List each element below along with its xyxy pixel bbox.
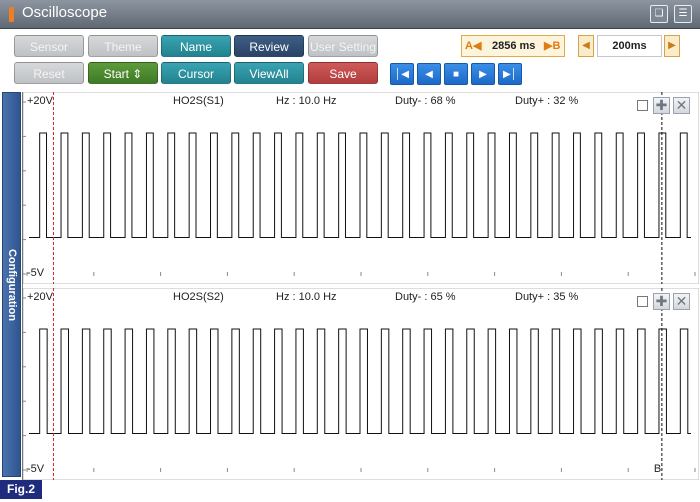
cursor-b-label: ▶B	[544, 40, 561, 52]
configuration-tab[interactable]: Configuration	[2, 92, 21, 477]
viewall-button[interactable]: ViewAll	[234, 62, 304, 84]
duty-plus-readout: Duty+ : 35 %	[515, 291, 579, 303]
plot-background	[23, 92, 699, 284]
oscilloscope-display: +20V -5V HO2S(S1) Hz : 10.0 Hz Duty- : 68 % D…	[22, 92, 700, 480]
reset-button[interactable]: Reset	[14, 62, 84, 84]
duty-minus-readout: Duty- : 68 %	[395, 95, 456, 107]
cursor-b-marker-label: B	[654, 463, 661, 475]
y-max-label: +20V	[27, 95, 54, 107]
y-max-label: +20V	[27, 291, 54, 303]
theme-button[interactable]: Theme	[88, 35, 158, 57]
timebase-decrease-button[interactable]: ◀	[578, 35, 594, 57]
step-forward-icon[interactable]: ▶	[471, 63, 495, 85]
cursor-time-value: 2856 ms	[492, 40, 536, 52]
plot-background	[23, 288, 699, 480]
name-button[interactable]: Name	[161, 35, 231, 57]
cursor-button[interactable]: Cursor	[161, 62, 231, 84]
frequency-readout: Hz : 10.0 Hz	[276, 95, 337, 107]
start-button[interactable]: Start ⇕	[88, 62, 158, 84]
skip-end-icon[interactable]: ▶│	[498, 63, 522, 85]
timebase-increase-button[interactable]: ▶	[664, 35, 680, 57]
close-icon[interactable]: ✕	[673, 97, 690, 114]
app-logo-icon	[9, 7, 14, 22]
expand-icon[interactable]: ✚	[653, 97, 670, 114]
sensor-button[interactable]: Sensor	[14, 35, 84, 57]
title-bar: Oscilloscope ❏ ☰	[0, 0, 700, 29]
duty-minus-readout: Duty- : 65 %	[395, 291, 456, 303]
stop-icon[interactable]: ■	[444, 63, 468, 85]
close-icon[interactable]: ✕	[673, 293, 690, 310]
window-title: Oscilloscope	[22, 4, 108, 21]
window-restore-icon[interactable]: ❏	[650, 5, 668, 23]
review-button[interactable]: Review	[234, 35, 304, 57]
timebase-field[interactable]: 200ms	[597, 35, 662, 57]
configuration-tab-label: Configuration	[5, 248, 18, 321]
channel-plot-s2: +20V -5V HO2S(S2) Hz : 10.0 Hz Duty- : 65 % D…	[23, 288, 699, 480]
cursor-time-display: A◀ 2856 ms ▶B	[461, 35, 565, 57]
figure-label: Fig.2	[0, 480, 42, 499]
expand-icon[interactable]: ✚	[653, 293, 670, 310]
channel-select-checkbox[interactable]	[637, 296, 648, 307]
channel-title: HO2S(S2)	[173, 291, 224, 303]
channel-plot-s1: +20V -5V HO2S(S1) Hz : 10.0 Hz Duty- : 68 % D…	[23, 92, 699, 284]
user-setting-button[interactable]: User Setting	[308, 35, 378, 57]
save-button[interactable]: Save	[308, 62, 378, 84]
duty-plus-readout: Duty+ : 32 %	[515, 95, 579, 107]
y-min-label: -5V	[27, 463, 45, 475]
channel-title: HO2S(S1)	[173, 95, 224, 107]
y-min-label: -5V	[27, 267, 45, 279]
cursor-a-label: A◀	[465, 40, 482, 52]
window-menu-icon[interactable]: ☰	[674, 5, 692, 23]
channel-select-checkbox[interactable]	[637, 100, 648, 111]
toolbar: Sensor Theme Name Review User Setting Reset S…	[0, 29, 700, 91]
timebase-value: 200ms	[612, 40, 647, 52]
frequency-readout: Hz : 10.0 Hz	[276, 291, 337, 303]
step-back-icon[interactable]: ◀	[417, 63, 441, 85]
skip-start-icon[interactable]: │◀	[390, 63, 414, 85]
